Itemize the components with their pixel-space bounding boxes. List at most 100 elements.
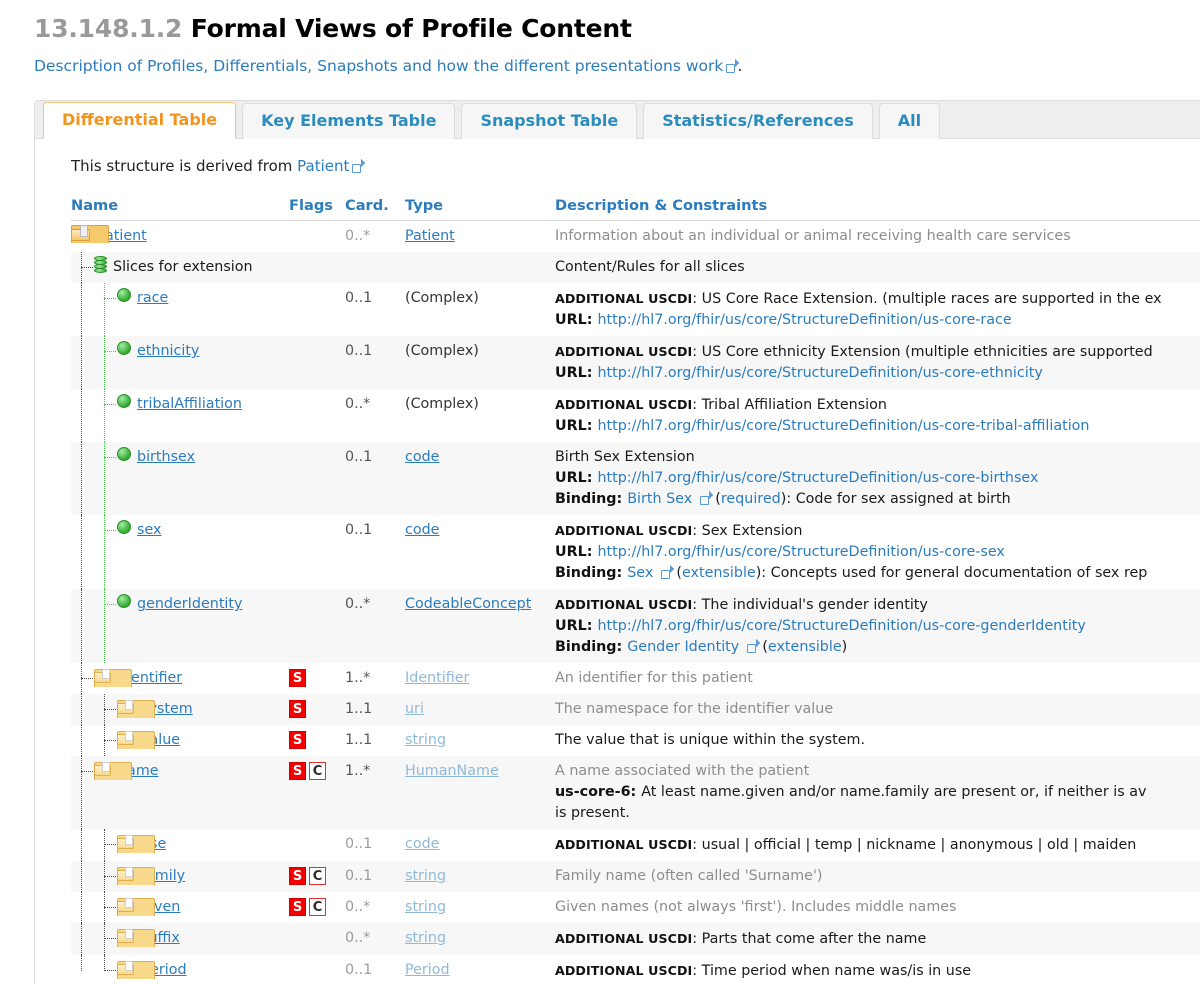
- type-name[interactable]: Identifier: [405, 670, 469, 686]
- cell-type: (Complex): [405, 283, 555, 336]
- tab-differential-table[interactable]: Differential Table: [43, 102, 237, 139]
- type-name[interactable]: string: [405, 868, 446, 884]
- element-name[interactable]: tribalAffiliation: [137, 394, 242, 415]
- uscdi-badge: ADDITIONAL USCDI: [555, 523, 693, 538]
- type-name[interactable]: code: [405, 522, 439, 538]
- description-line: URL: http://hl7.org/fhir/us/core/Structu…: [555, 616, 1200, 637]
- url-label: URL:: [555, 312, 598, 328]
- type-name[interactable]: code: [405, 449, 439, 465]
- description-text: At least name.given and/or name.family a…: [641, 784, 1147, 800]
- constraint-flag[interactable]: C: [309, 898, 326, 916]
- definition-url-link[interactable]: http://hl7.org/fhir/us/core/StructureDef…: [597, 544, 1004, 560]
- description-text: Birth Sex Extension: [555, 449, 695, 465]
- cell-type: code: [405, 515, 555, 589]
- must-support-flag[interactable]: S: [289, 731, 306, 749]
- cardinality-value: 0..1: [345, 290, 373, 306]
- cardinality-value: 0..*: [345, 930, 371, 946]
- cell-name: Slices for extension: [71, 252, 289, 283]
- tab-label: Differential Table: [62, 110, 218, 129]
- type-name[interactable]: string: [405, 732, 446, 748]
- must-support-flag[interactable]: S: [289, 762, 306, 780]
- description-line: ADDITIONAL USCDI: usual | official | tem…: [555, 834, 1200, 856]
- binding-label: Binding:: [555, 639, 628, 655]
- tab-all[interactable]: All: [878, 103, 941, 139]
- cell-flags: [289, 336, 345, 389]
- extension-icon: [117, 288, 131, 309]
- tree-connector: [71, 834, 117, 855]
- binding-strength-link[interactable]: required: [721, 491, 781, 507]
- section-number: 13.148.1.2: [34, 14, 183, 43]
- description-line: Binding: Gender Identity (extensible): [555, 637, 1200, 658]
- cell-description: ADDITIONAL USCDI: Sex Extension URL: http…: [555, 515, 1200, 589]
- type-name[interactable]: string: [405, 899, 446, 915]
- description-text: Content/Rules for all slices: [555, 259, 745, 275]
- tree-connector: [71, 730, 117, 751]
- name-cell-content: name: [71, 761, 289, 782]
- extension-icon: [117, 447, 131, 468]
- tab-key-elements-table[interactable]: Key Elements Table: [242, 103, 456, 139]
- tab-snapshot-table[interactable]: Snapshot Table: [461, 103, 638, 139]
- tree-connector: [71, 341, 117, 362]
- cell-description: ADDITIONAL USCDI: Parts that come after …: [555, 923, 1200, 955]
- definition-url-link[interactable]: http://hl7.org/fhir/us/core/StructureDef…: [597, 418, 1089, 434]
- type-name[interactable]: Patient: [405, 228, 455, 244]
- uscdi-badge: ADDITIONAL USCDI: [555, 931, 693, 946]
- cell-type: (Complex): [405, 336, 555, 389]
- name-cell-content: value: [71, 730, 289, 751]
- element-name[interactable]: genderIdentity: [137, 594, 242, 615]
- table-row: family S C 0..1 string Family name (often cal…: [71, 861, 1200, 892]
- definition-url-link[interactable]: http://hl7.org/fhir/us/core/StructureDef…: [597, 470, 1038, 486]
- cell-flags: SC: [289, 756, 345, 829]
- cell-description: Birth Sex Extension URL: http://hl7.org/f…: [555, 442, 1200, 515]
- binding-strength-link[interactable]: extensible: [682, 565, 756, 581]
- must-support-flag[interactable]: S: [289, 669, 306, 687]
- cardinality-value: 0..1: [345, 449, 373, 465]
- uscdi-badge: ADDITIONAL USCDI: [555, 397, 693, 412]
- tree-connector: [71, 897, 117, 918]
- binding-valueset-link[interactable]: Sex: [627, 565, 653, 581]
- name-cell-content: tribalAffiliation: [71, 394, 289, 415]
- binding-paren-close: ): [841, 639, 848, 655]
- cell-cardinality: 0..*: [345, 220, 405, 252]
- type-name[interactable]: CodeableConcept: [405, 596, 531, 612]
- definition-url-link[interactable]: http://hl7.org/fhir/us/core/StructureDef…: [597, 312, 1011, 328]
- binding-valueset-link[interactable]: Gender Identity: [627, 639, 739, 655]
- description-line: A name associated with the patient: [555, 761, 1200, 782]
- element-name[interactable]: ethnicity: [137, 341, 199, 362]
- definition-url-link[interactable]: http://hl7.org/fhir/us/core/StructureDef…: [597, 365, 1042, 381]
- cell-description: Content/Rules for all slices: [555, 252, 1200, 283]
- name-cell-content: period: [71, 960, 289, 981]
- cell-name: name: [71, 756, 289, 829]
- profiles-description-link[interactable]: Description of Profiles, Differentials, …: [34, 57, 737, 75]
- element-name[interactable]: sex: [137, 520, 161, 541]
- type-name[interactable]: Period: [405, 962, 450, 978]
- description-line: Given names (not always 'first'). Includ…: [555, 897, 1200, 918]
- must-support-flag[interactable]: S: [289, 867, 306, 885]
- tab-statistics-references[interactable]: Statistics/References: [643, 103, 873, 139]
- type-name[interactable]: uri: [405, 701, 424, 717]
- description-text: Family name (often called 'Surname'): [555, 868, 823, 884]
- name-cell-content: use: [71, 834, 289, 855]
- base-resource-link[interactable]: Patient: [297, 157, 363, 175]
- type-name[interactable]: string: [405, 930, 446, 946]
- constraint-flag[interactable]: C: [309, 762, 326, 780]
- description-line: The value that is unique within the syst…: [555, 730, 1200, 751]
- tree-elbow: [104, 457, 116, 458]
- description-line: URL: http://hl7.org/fhir/us/core/Structu…: [555, 363, 1200, 384]
- element-name[interactable]: race: [137, 288, 168, 309]
- type-name[interactable]: code: [405, 836, 439, 852]
- type-name[interactable]: HumanName: [405, 763, 499, 779]
- tab-strip: Differential Table Key Elements Table Snap…: [35, 101, 1200, 139]
- binding-strength-link[interactable]: extensible: [768, 639, 842, 655]
- description-line: ADDITIONAL USCDI: US Core ethnicity Exte…: [555, 341, 1200, 363]
- must-support-flag[interactable]: S: [289, 700, 306, 718]
- element-name[interactable]: birthsex: [137, 447, 195, 468]
- binding-valueset-link[interactable]: Birth Sex: [627, 491, 692, 507]
- constraint-flag[interactable]: C: [309, 867, 326, 885]
- url-label: URL:: [555, 618, 598, 634]
- cell-flags: S: [289, 663, 345, 694]
- description-line: Birth Sex Extension: [555, 447, 1200, 468]
- tab-label: Key Elements Table: [261, 111, 437, 130]
- must-support-flag[interactable]: S: [289, 898, 306, 916]
- definition-url-link[interactable]: http://hl7.org/fhir/us/core/StructureDef…: [597, 618, 1085, 634]
